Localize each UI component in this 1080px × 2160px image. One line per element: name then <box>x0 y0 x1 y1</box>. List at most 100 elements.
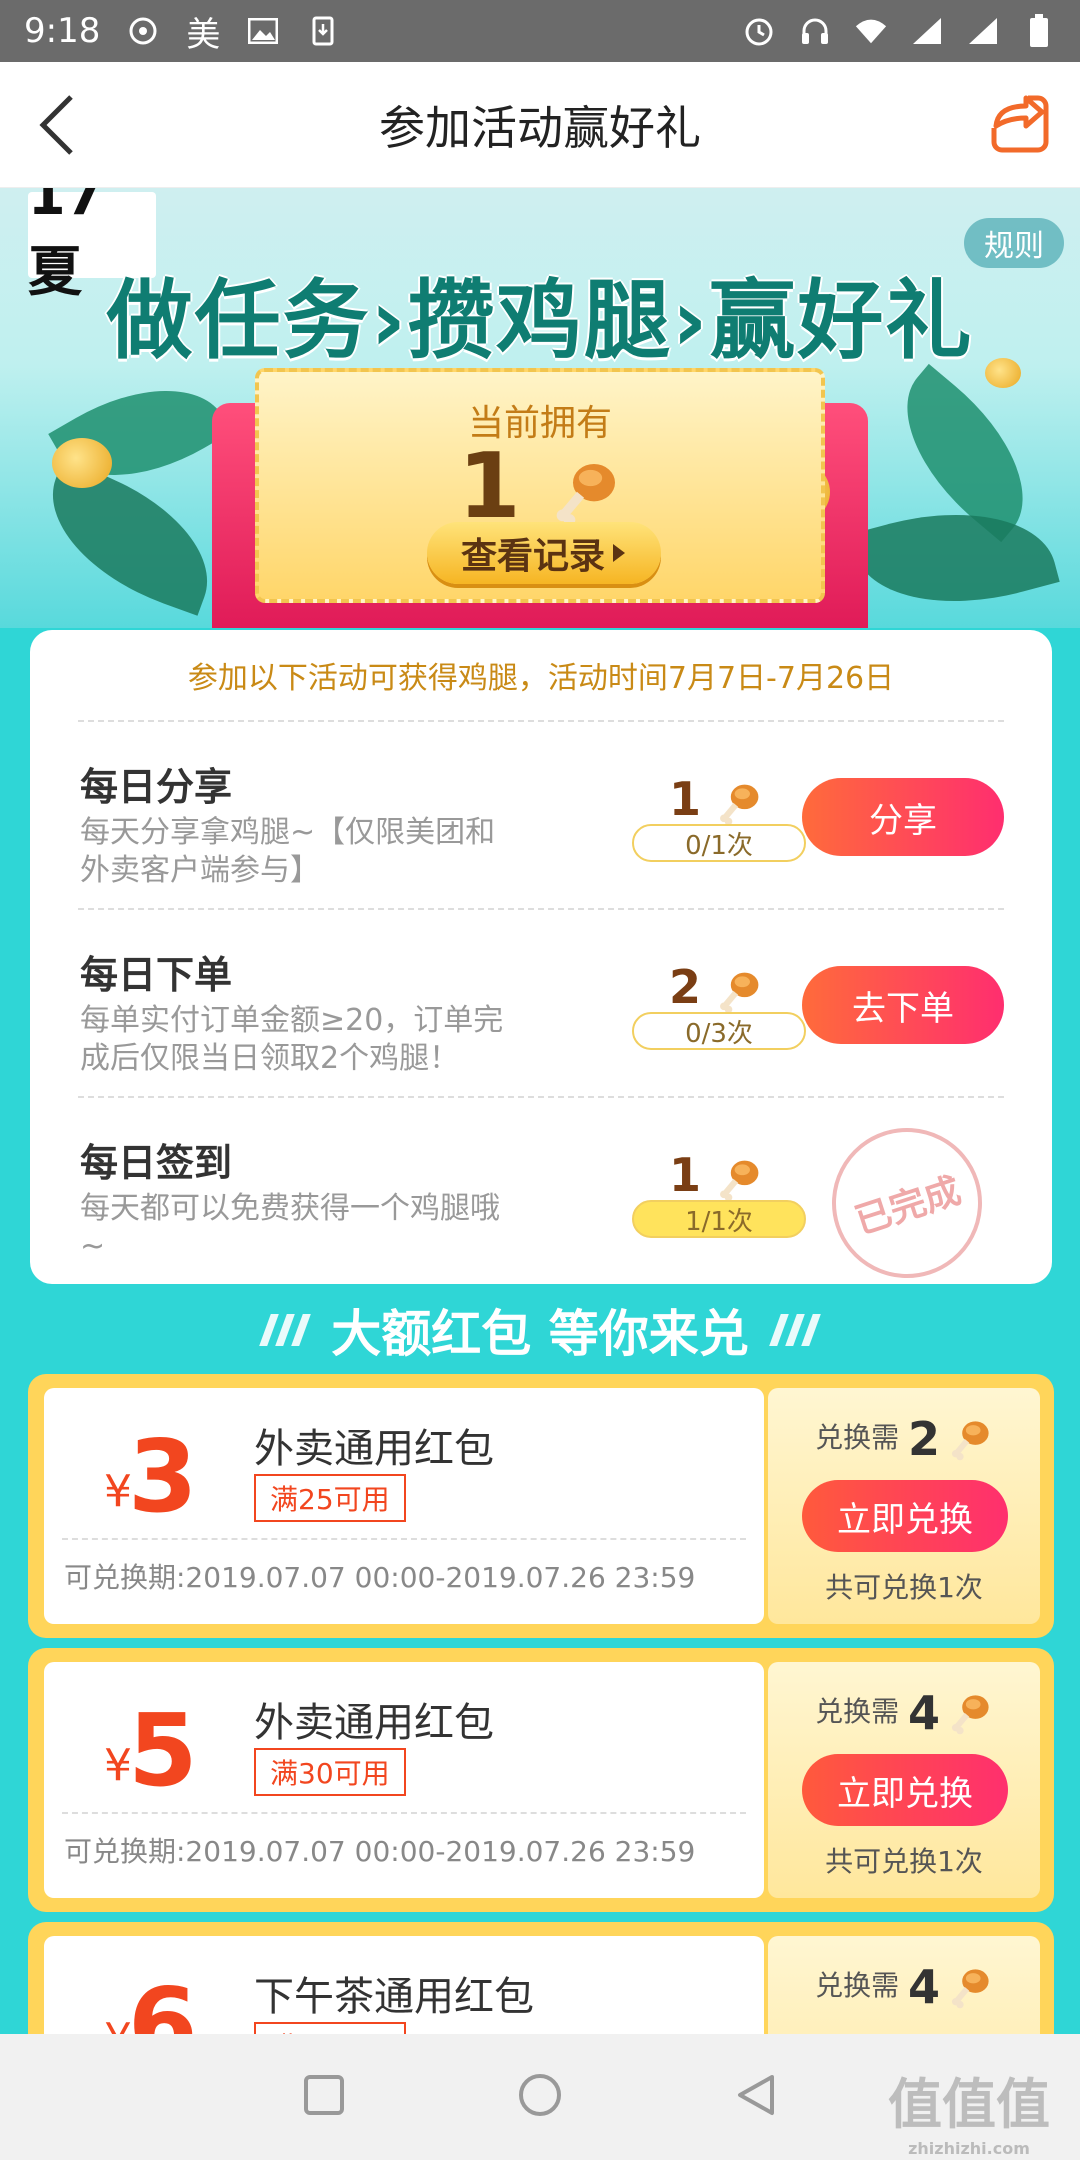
stripe-decoration <box>768 1314 821 1346</box>
drumstick-icon <box>951 1695 989 1735</box>
status-time: 9:18 <box>24 11 101 51</box>
watermark-main: 值值值 <box>888 2073 1050 2136</box>
coupon-amount: 5 <box>128 1692 198 1809</box>
task-reward: 1 <box>626 772 806 826</box>
divider <box>62 1538 746 1540</box>
task-item-share: 每日分享 每天分享拿鸡腿~【仅限美团和外卖客户端参与】 1 0/1次 分享 <box>78 722 1004 910</box>
status-bar: 9:18 美 <box>0 0 1080 62</box>
share-icon <box>991 95 1049 153</box>
coupon-name: 下午茶通用红包 <box>254 1974 534 2020</box>
task-desc: 每单实付订单金额≥20，订单完成后仅限当日领取2个鸡腿！ <box>80 1003 504 1076</box>
triangle-left-icon <box>738 2075 774 2115</box>
exchange-cost-label: 兑换需 <box>815 1695 900 1728</box>
task-reward: 1 <box>626 1148 806 1202</box>
triangle-right-icon <box>613 544 625 562</box>
view-records-button[interactable]: 查看记录 <box>427 522 661 584</box>
back-nav-button[interactable] <box>734 2073 778 2121</box>
task-reward: 2 <box>626 960 806 1014</box>
task-item-checkin: 每日签到 每天都可以免费获得一个鸡腿哦~ 1 1/1次 已完成 <box>78 1098 1004 1298</box>
watermark: 值值值 zhizhizhi.com <box>888 2060 1050 2158</box>
headphones-icon <box>798 14 832 48</box>
task-reward-count: 2 <box>668 960 701 1014</box>
home-button[interactable] <box>516 2071 564 2123</box>
coupon-exchange-panel: 兑换需 4 立即兑换 共可兑换1次 <box>768 1662 1040 1898</box>
section-title-text: 大额红包 等你来兑 <box>331 1305 749 1363</box>
coupon-card: ¥ 5 外卖通用红包 满30可用 可兑换期:2019.07.07 00:00-2… <box>28 1648 1054 1912</box>
task-item-order: 每日下单 每单实付订单金额≥20，订单完成后仅限当日领取2个鸡腿！ 2 0/3次… <box>78 910 1004 1098</box>
divider <box>62 1812 746 1814</box>
exchange-cost-count: 4 <box>908 1686 941 1740</box>
drumstick-icon <box>556 464 615 526</box>
exchange-cost: 兑换需 2 <box>768 1412 1040 1466</box>
task-progress: 0/3次 <box>632 1012 806 1050</box>
coupon-name: 外卖通用红包 <box>254 1426 494 1472</box>
coupon-amount: 3 <box>128 1418 198 1535</box>
coupon-info: ¥ 5 外卖通用红包 满30可用 可兑换期:2019.07.07 00:00-2… <box>44 1662 764 1898</box>
drumstick-icon <box>720 1160 759 1201</box>
signal-2-icon <box>966 14 1000 48</box>
exchange-cost: 兑换需 4 <box>768 1686 1040 1740</box>
status-carrier-text: 美 <box>186 14 221 55</box>
coupon-validity: 可兑换期:2019.07.07 00:00-2019.07.26 23:59 <box>64 1835 696 1868</box>
alarm-icon <box>742 14 776 48</box>
task-name: 每日签到 <box>80 1141 233 1185</box>
redeem-button[interactable]: 立即兑换 <box>802 1480 1008 1552</box>
redeem-limit: 共可兑换1次 <box>825 1845 983 1878</box>
banner-slogan: 做任务›攒鸡腿›赢好礼 <box>106 271 974 371</box>
activity-banner: 17夏 规则 做任务›攒鸡腿›赢好礼 当前拥有 1 查看记录 <box>0 188 1080 628</box>
image-icon <box>246 14 280 48</box>
task-progress: 1/1次 <box>632 1200 806 1238</box>
coupon-info: ¥ 3 外卖通用红包 满25可用 可兑换期:2019.07.07 00:00-2… <box>44 1388 764 1624</box>
task-notice: 参加以下活动可获得鸡腿，活动时间7月7日-7月26日 <box>78 630 1004 722</box>
circle-icon <box>519 2074 561 2116</box>
drumstick-icon <box>720 972 759 1013</box>
coupon-condition: 满25可用 <box>254 1474 406 1522</box>
wifi-icon <box>854 14 888 48</box>
share-button[interactable] <box>988 92 1052 156</box>
redeem-limit: 共可兑换1次 <box>825 1571 983 1604</box>
task-name: 每日分享 <box>80 765 233 809</box>
redeem-button[interactable]: 立即兑换 <box>802 1754 1008 1826</box>
leaf-decoration <box>850 485 1060 628</box>
coupon-condition: 满30可用 <box>254 1748 406 1796</box>
signal-icon <box>910 14 944 48</box>
view-records-label: 查看记录 <box>460 536 605 577</box>
coupon-validity: 可兑换期:2019.07.07 00:00-2019.07.26 23:59 <box>64 1561 696 1594</box>
square-icon <box>304 2075 344 2115</box>
exchange-cost-label: 兑换需 <box>815 1421 900 1454</box>
task-progress: 0/1次 <box>632 824 806 862</box>
task-name: 每日下单 <box>80 953 233 997</box>
task-list-card: 参加以下活动可获得鸡腿，活动时间7月7日-7月26日 每日分享 每天分享拿鸡腿~… <box>30 630 1052 1298</box>
order-task-button[interactable]: 去下单 <box>802 966 1004 1044</box>
chevron-left-icon <box>39 95 73 155</box>
section-heading: 大额红包 等你来兑 <box>0 1300 1080 1363</box>
page-title: 参加活动赢好礼 <box>379 100 701 155</box>
exchange-cost: 兑换需 4 <box>768 1960 1040 2014</box>
stripe-decoration <box>259 1314 312 1346</box>
coupon-name: 外卖通用红包 <box>254 1700 494 1746</box>
coin-decoration <box>52 438 112 488</box>
watermark-sub: zhizhizhi.com <box>908 2139 1030 2158</box>
leaf-decoration <box>28 460 232 616</box>
recents-button[interactable] <box>302 2073 346 2121</box>
owned-ticket: 当前拥有 1 查看记录 <box>255 368 825 603</box>
download-icon <box>306 14 340 48</box>
drumstick-icon <box>951 1421 989 1461</box>
task-desc: 每天分享拿鸡腿~【仅限美团和外卖客户端参与】 <box>80 815 496 888</box>
task-reward-count: 1 <box>668 1148 701 1202</box>
title-bar: 参加活动赢好礼 <box>0 62 1080 188</box>
share-task-button[interactable]: 分享 <box>802 778 1004 856</box>
exchange-cost-label: 兑换需 <box>815 1969 900 2002</box>
drumstick-icon <box>720 784 759 825</box>
drumstick-icon <box>951 1969 989 2009</box>
completed-stamp: 已完成 <box>812 1108 1002 1298</box>
coupon-exchange-panel: 兑换需 2 立即兑换 共可兑换1次 <box>768 1388 1040 1624</box>
netease-icon <box>126 14 160 48</box>
exchange-cost-count: 4 <box>908 1960 941 2014</box>
task-reward-count: 1 <box>668 772 701 826</box>
coupon-card: ¥ 3 外卖通用红包 满25可用 可兑换期:2019.07.07 00:00-2… <box>28 1374 1054 1638</box>
back-button[interactable] <box>22 90 92 160</box>
task-desc: 每天都可以免费获得一个鸡腿哦~ <box>80 1191 500 1264</box>
exchange-cost-count: 2 <box>908 1412 941 1466</box>
battery-icon <box>1022 14 1056 48</box>
